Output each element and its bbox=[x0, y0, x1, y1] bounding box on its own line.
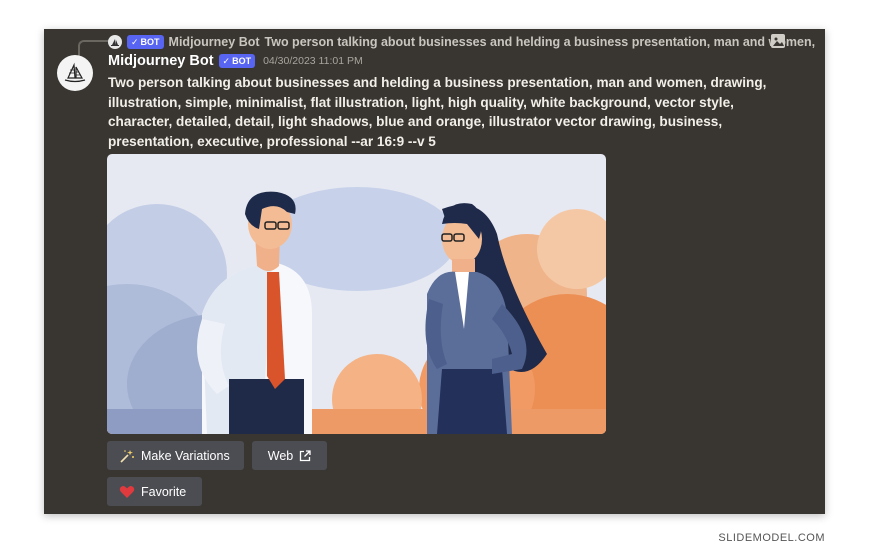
reply-preview[interactable]: ✓ BOT Midjourney Bot Two person talking … bbox=[108, 33, 815, 51]
message-prompt: Two person talking about businesses and … bbox=[108, 75, 767, 149]
message-header: Midjourney Bot ✓ BOT 04/30/2023 11:01 PM bbox=[108, 53, 363, 69]
external-link-icon bbox=[300, 449, 311, 461]
sailboat-logo-icon bbox=[64, 62, 86, 83]
reply-bot-badge: ✓ BOT bbox=[127, 35, 164, 49]
favorite-label: Favorite bbox=[141, 484, 187, 499]
heart-icon bbox=[119, 485, 135, 498]
chat-panel: ✓ BOT Midjourney Bot Two person talking … bbox=[44, 29, 825, 514]
reply-username[interactable]: Midjourney Bot bbox=[169, 35, 260, 49]
bot-avatar[interactable] bbox=[57, 55, 93, 91]
reply-text[interactable]: Two person talking about businesses and … bbox=[265, 35, 816, 49]
reply-bot-badge-label: BOT bbox=[140, 37, 160, 47]
watermark: SLIDEMODEL.COM bbox=[718, 532, 825, 544]
generated-image[interactable] bbox=[107, 154, 606, 434]
bot-badge-label: BOT bbox=[232, 56, 252, 66]
bot-badge: ✓ BOT bbox=[218, 54, 256, 68]
message-username[interactable]: Midjourney Bot bbox=[108, 53, 214, 69]
make-variations-label: Make Variations bbox=[141, 448, 230, 463]
web-label: Web bbox=[267, 448, 294, 463]
reply-avatar-icon bbox=[108, 35, 122, 49]
make-variations-button[interactable]: Make Variations bbox=[107, 441, 244, 470]
image-icon[interactable] bbox=[771, 34, 785, 48]
business-illustration bbox=[107, 154, 606, 434]
web-button[interactable]: Web bbox=[252, 441, 327, 470]
message-timestamp: 04/30/2023 11:01 PM bbox=[263, 55, 363, 67]
sparkle-wand-icon bbox=[120, 449, 134, 463]
favorite-button[interactable]: Favorite bbox=[107, 477, 202, 506]
